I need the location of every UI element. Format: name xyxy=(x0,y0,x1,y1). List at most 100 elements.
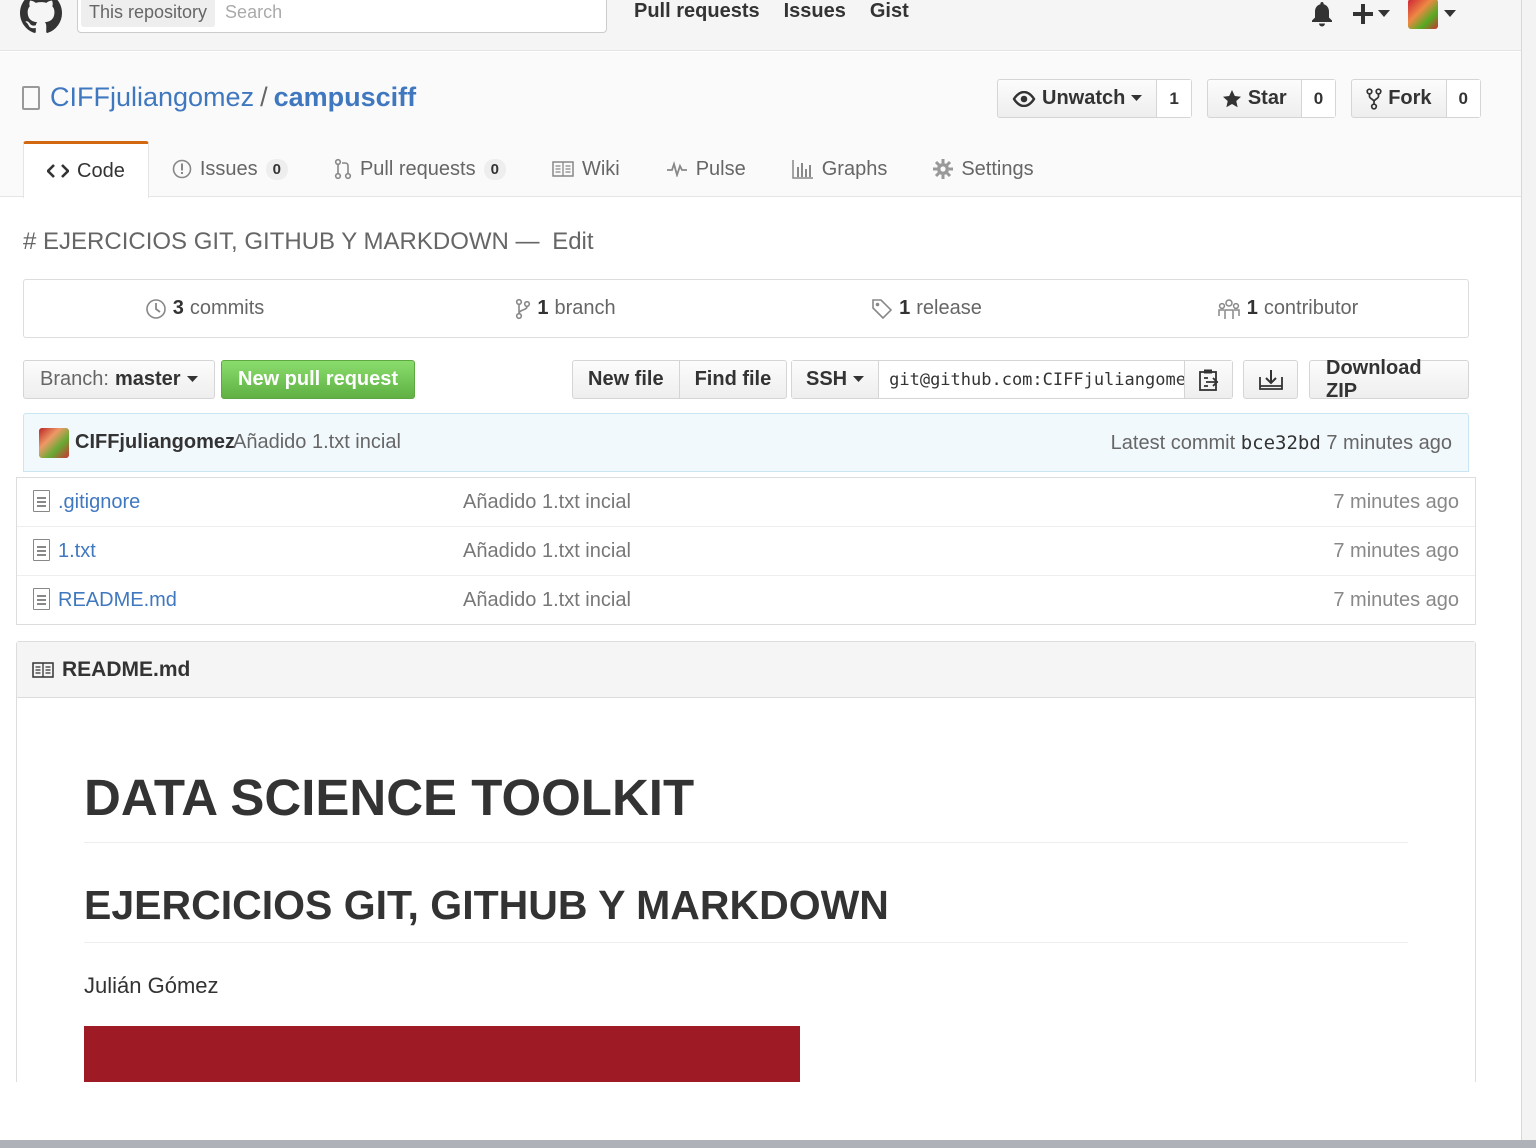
star-count[interactable]: 0 xyxy=(1301,80,1336,117)
file-icon xyxy=(33,539,50,561)
repo-path-separator: / xyxy=(260,82,268,112)
branches-link[interactable]: 1 branch xyxy=(385,280,746,337)
commit-message-link[interactable]: Añadido 1.txt incial xyxy=(233,431,401,454)
find-file-button[interactable]: Find file xyxy=(678,361,787,398)
watch-count[interactable]: 1 xyxy=(1157,80,1191,117)
contributors-link[interactable]: 1 contributor xyxy=(1107,280,1468,337)
tab-wiki-label: Wiki xyxy=(581,157,620,180)
commit-sha-link[interactable]: bce32bd xyxy=(1241,432,1321,454)
pr-icon xyxy=(334,158,352,180)
caret-down-icon xyxy=(853,376,865,382)
book-icon xyxy=(552,161,574,177)
new-pull-request-button[interactable]: New pull request xyxy=(221,360,416,399)
nav-issues[interactable]: Issues xyxy=(784,0,846,23)
search-input[interactable] xyxy=(225,2,526,23)
file-commit-message-link[interactable]: Añadido 1.txt incial xyxy=(463,540,631,563)
bell-icon[interactable] xyxy=(1310,1,1334,27)
clone-protocol-label: SSH xyxy=(806,368,848,390)
caret-down-icon xyxy=(1444,10,1456,17)
table-row: 1.txt Añadido 1.txt incial 7 minutes ago xyxy=(17,526,1475,575)
site-header: This repository Pull requests Issues Gis… xyxy=(0,0,1521,51)
tab-pull-requests[interactable]: Pull requests 0 xyxy=(311,141,529,197)
clone-url-box: SSH git@github.com:CIFFjuliangomez/campu… xyxy=(791,360,1233,399)
tab-graphs-label: Graphs xyxy=(821,157,888,180)
file-name-link[interactable]: .gitignore xyxy=(58,491,140,514)
repo-header: CIFFjuliangomez / campusciff Unwatch 1 S… xyxy=(0,52,1521,198)
copy-clone-url-button[interactable] xyxy=(1184,361,1232,398)
releases-link[interactable]: 1 release xyxy=(746,280,1107,337)
file-name-link[interactable]: 1.txt xyxy=(58,540,96,563)
repo-actions: Unwatch 1 Star 0 Fork 0 xyxy=(997,79,1481,118)
commit-age: 7 minutes ago xyxy=(1326,432,1452,454)
clone-url-input[interactable]: git@github.com:CIFFjuliangomez/campuscif… xyxy=(879,361,1184,398)
pulse-icon xyxy=(666,161,687,177)
clone-protocol-select[interactable]: SSH xyxy=(792,361,880,398)
tab-wiki[interactable]: Wiki xyxy=(529,141,643,197)
history-icon xyxy=(145,298,166,319)
contributors-label: contributor xyxy=(1263,297,1359,319)
gear-icon xyxy=(933,159,954,179)
star-label: Star xyxy=(1247,87,1287,109)
search-scope-label: This repository xyxy=(81,0,216,27)
branches-label: branch xyxy=(554,297,616,319)
repo-owner-link[interactable]: CIFFjuliangomez xyxy=(50,82,254,113)
open-desktop-button[interactable] xyxy=(1243,360,1298,399)
file-name-link[interactable]: README.md xyxy=(58,589,177,612)
fork-count[interactable]: 0 xyxy=(1446,80,1480,117)
fork-icon xyxy=(1366,87,1382,110)
tab-pulse[interactable]: Pulse xyxy=(643,141,769,197)
nav-gist[interactable]: Gist xyxy=(870,0,909,23)
unwatch-label: Unwatch xyxy=(1042,87,1126,109)
file-age: 7 minutes ago xyxy=(1333,589,1459,611)
readme-content: DATA SCIENCE TOOLKIT EJERCICIOS GIT, GIT… xyxy=(84,698,1408,1087)
tab-code[interactable]: Code xyxy=(23,141,149,198)
create-new-dropdown[interactable] xyxy=(1352,3,1390,25)
fork-group: Fork 0 xyxy=(1351,79,1481,118)
readme-header: README.md xyxy=(17,642,1475,698)
readme-heading-1: DATA SCIENCE TOOLKIT xyxy=(84,769,1408,844)
fork-button[interactable]: Fork xyxy=(1352,80,1447,117)
commits-count: 3 xyxy=(172,297,184,319)
file-commit-message-link[interactable]: Añadido 1.txt incial xyxy=(463,491,631,514)
window-bottom-edge xyxy=(0,1140,1536,1148)
new-file-button[interactable]: New file xyxy=(573,361,679,398)
latest-commit-bar: CIFFjuliangomez Añadido 1.txt incial Lat… xyxy=(23,413,1469,472)
nav-pull-requests[interactable]: Pull requests xyxy=(634,0,760,23)
file-icon xyxy=(33,588,50,610)
github-logo-icon[interactable] xyxy=(20,0,62,34)
commit-author-link[interactable]: CIFFjuliangomez xyxy=(75,431,235,454)
edit-description-link[interactable]: Edit xyxy=(552,228,593,255)
tab-settings-label: Settings xyxy=(961,157,1034,180)
user-menu[interactable] xyxy=(1408,0,1456,29)
branch-select-button[interactable]: Branch: master xyxy=(23,360,215,399)
watch-group: Unwatch 1 xyxy=(997,79,1192,118)
download-zip-button[interactable]: Download ZIP xyxy=(1309,357,1469,402)
branches-count: 1 xyxy=(537,297,549,319)
repo-nav-tabs: Code Issues 0 Pull requests 0 Wiki Pulse xyxy=(23,141,1057,198)
issue-icon xyxy=(172,159,192,179)
tab-settings[interactable]: Settings xyxy=(910,141,1056,197)
commit-author-avatar[interactable] xyxy=(39,428,69,458)
star-icon xyxy=(1222,89,1241,107)
readme-heading-2: EJERCICIOS GIT, GITHUB Y MARKDOWN xyxy=(84,883,1408,944)
caret-down-icon xyxy=(1131,95,1143,101)
repo-name-link[interactable]: campusciff xyxy=(274,82,417,113)
unwatch-button[interactable]: Unwatch xyxy=(998,80,1158,117)
tab-code-label: Code xyxy=(77,159,125,182)
commits-link[interactable]: 3 commits xyxy=(24,280,385,337)
readme-author-text: Julián Gómez xyxy=(84,973,219,999)
tag-icon xyxy=(872,298,893,319)
issues-counter: 0 xyxy=(265,158,288,180)
tab-issues-label: Issues xyxy=(199,157,258,180)
tab-pull-requests-label: Pull requests xyxy=(359,157,476,180)
header-user-actions xyxy=(1310,0,1456,29)
tab-issues[interactable]: Issues 0 xyxy=(149,141,311,197)
file-age: 7 minutes ago xyxy=(1333,491,1459,513)
star-button[interactable]: Star xyxy=(1208,80,1302,117)
fork-label: Fork xyxy=(1388,87,1432,109)
file-commit-message-link[interactable]: Añadido 1.txt incial xyxy=(463,589,631,612)
tab-graphs[interactable]: Graphs xyxy=(769,141,911,197)
caret-down-icon xyxy=(186,376,198,382)
table-row: README.md Añadido 1.txt incial 7 minutes… xyxy=(17,575,1475,624)
search-box[interactable]: This repository xyxy=(77,0,607,33)
